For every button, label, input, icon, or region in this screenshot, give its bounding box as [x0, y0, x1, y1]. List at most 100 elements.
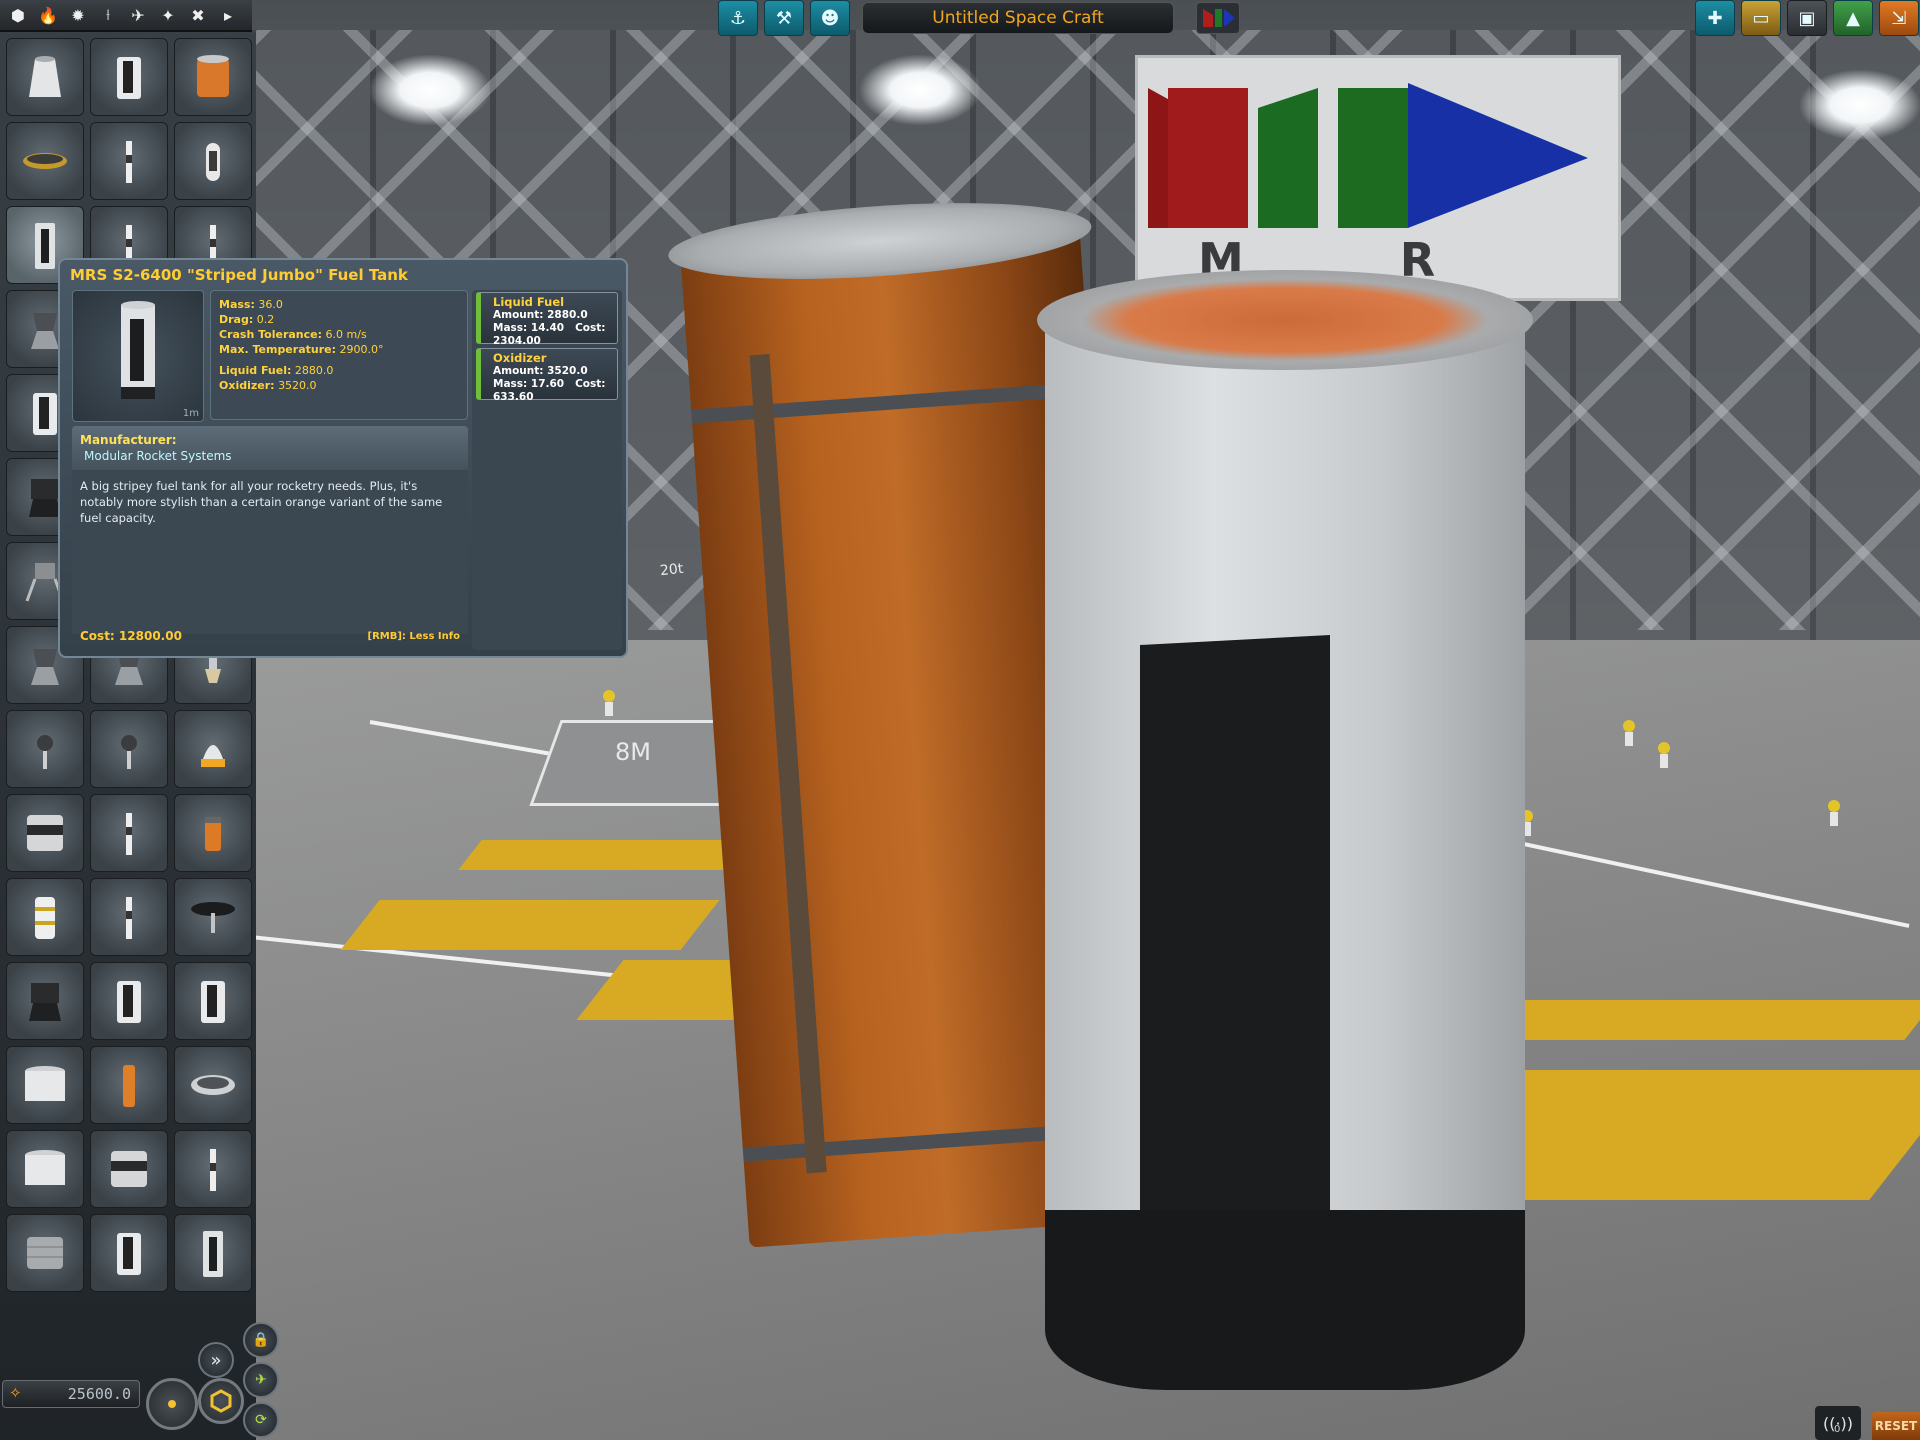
part-thumbnail: 1m	[72, 290, 204, 422]
part-item[interactable]	[90, 878, 168, 956]
aero-icon[interactable]: ✈	[126, 3, 150, 27]
capsule-part-icon	[206, 143, 220, 181]
funds-value: 25600.0	[67, 1385, 131, 1403]
cost-label: Cost:	[575, 378, 606, 390]
part-item[interactable]	[174, 1130, 252, 1208]
engine-dark-part-icon	[29, 983, 61, 1021]
part-title: MRS S2-6400 "Striped Jumbo" Fuel Tank	[70, 266, 408, 284]
load-craft-button[interactable]: ▭	[1741, 0, 1781, 36]
amount-label: Amount:	[493, 309, 544, 321]
part-item[interactable]	[90, 710, 168, 788]
part-item[interactable]	[174, 794, 252, 872]
striped-tank-top	[1037, 270, 1533, 370]
craft-flag-button[interactable]	[1196, 2, 1240, 34]
expand-panel-button[interactable]: »	[198, 1342, 234, 1378]
propulsion-icon[interactable]: 🔥	[36, 3, 60, 27]
ceiling-light	[370, 55, 490, 125]
cost-label: Cost:	[575, 322, 606, 334]
vab-hangar-scene[interactable]: M R S 8M 20t	[0, 0, 1920, 1440]
kerbal-worker	[1655, 742, 1673, 770]
rotate-mode-button[interactable]: ⟳	[243, 1402, 279, 1438]
control-icon[interactable]: ✹	[66, 3, 90, 27]
floor-stripe	[340, 900, 720, 950]
resource-card[interactable]: Liquid Fuel Amount: 2880.0 Mass: 14.40 Cos…	[476, 292, 618, 347]
part-item[interactable]	[6, 38, 84, 116]
save-craft-button[interactable]: ▣	[1787, 0, 1827, 36]
part-item[interactable]	[174, 962, 252, 1040]
stat-value: 3520.0	[278, 379, 317, 392]
construction-mode-icon: ⚓	[729, 7, 747, 29]
part-item[interactable]	[90, 38, 168, 116]
resource-name: Liquid Fuel	[493, 295, 565, 309]
manufacturer-label: Manufacturer:	[80, 433, 177, 447]
part-item[interactable]	[6, 1214, 84, 1292]
place-part-button[interactable]	[146, 1378, 198, 1430]
resource-name: Oxidizer	[493, 351, 547, 365]
part-item[interactable]	[90, 1214, 168, 1292]
resource-card[interactable]: Oxidizer Amount: 3520.0 Mass: 17.60 Cost: …	[476, 348, 618, 403]
construction-mode-button[interactable]: ⚓	[718, 0, 758, 36]
mrs-banner: M R S	[1135, 55, 1621, 341]
part-item[interactable]	[6, 794, 84, 872]
crew-button[interactable]: ☻	[810, 0, 850, 36]
part-item[interactable]	[90, 962, 168, 1040]
symmetry-button[interactable]	[198, 1378, 244, 1424]
part-item[interactable]	[174, 710, 252, 788]
sign-marking: 20t	[659, 560, 685, 580]
stat-value: 0.2	[256, 313, 275, 326]
part-item[interactable]	[174, 1046, 252, 1124]
ceiling-light	[860, 55, 980, 125]
stat-label: Oxidizer:	[219, 379, 275, 392]
utility-icon[interactable]: ✦	[156, 3, 180, 27]
part-description: A big stripey fuel tank for all your roc…	[72, 470, 468, 634]
part-item[interactable]	[90, 122, 168, 200]
stat-value: 36.0	[258, 298, 283, 311]
flight-mode-button[interactable]: ✈	[243, 1362, 279, 1398]
stat-label: Mass:	[219, 298, 255, 311]
part-item[interactable]	[6, 1130, 84, 1208]
stat-label: Drag:	[219, 313, 254, 326]
ceiling-light	[1800, 70, 1920, 140]
amount-value: 3520.0	[547, 365, 588, 377]
structural-icon[interactable]: ⟊	[96, 3, 120, 27]
part-item[interactable]	[6, 1046, 84, 1124]
cost-value: 12800.00	[118, 629, 182, 643]
funds-display: ✧ 25600.0	[2, 1380, 140, 1408]
part-item[interactable]	[174, 122, 252, 200]
rotate-icon: ⟳	[255, 1412, 267, 1428]
action-groups-button[interactable]: ⚒	[764, 0, 804, 36]
part-item[interactable]	[90, 1130, 168, 1208]
part-item[interactable]	[6, 878, 84, 956]
striped-jumbo-tank[interactable]	[1037, 270, 1533, 1390]
part-item[interactable]	[6, 962, 84, 1040]
exit-button[interactable]: ⇲	[1879, 0, 1919, 36]
tank-black-bottom	[1045, 1210, 1525, 1390]
exit-icon: ⇲	[1891, 7, 1907, 29]
craft-name-field[interactable]: Untitled Space Craft	[862, 2, 1174, 34]
part-item[interactable]	[90, 794, 168, 872]
pods-icon[interactable]: ⬢	[6, 3, 30, 27]
angle-snap-button[interactable]: 🔒	[243, 1322, 279, 1358]
disk-part-icon	[23, 153, 67, 169]
more-icon[interactable]: ▸	[216, 3, 240, 27]
slim-part-icon	[126, 897, 132, 939]
mrs-logo-icon	[1148, 83, 1588, 228]
part-item[interactable]	[90, 1046, 168, 1124]
part-category-bar: ⬢ 🔥 ✹ ⟊ ✈ ✦ ✖ ▸	[0, 0, 252, 32]
new-craft-button[interactable]: ✚	[1695, 0, 1735, 36]
part-item[interactable]	[6, 122, 84, 200]
part-item[interactable]	[174, 1214, 252, 1292]
reset-button[interactable]: RESET	[1872, 1412, 1920, 1440]
launch-button[interactable]: ▲	[1833, 0, 1873, 36]
part-item[interactable]	[174, 878, 252, 956]
fuel-line	[749, 354, 827, 1174]
part-item[interactable]	[6, 710, 84, 788]
file-buttons: ✚ ▭ ▣ ▲ ⇲	[1695, 0, 1919, 36]
part-item[interactable]	[174, 38, 252, 116]
ring-part-icon	[191, 1075, 235, 1095]
orange-slim-part-icon	[123, 1065, 135, 1107]
slim-part-icon	[126, 813, 132, 855]
slim-part-icon	[126, 141, 132, 183]
science-icon[interactable]: ✖	[186, 3, 210, 27]
dot-icon	[168, 1400, 176, 1408]
